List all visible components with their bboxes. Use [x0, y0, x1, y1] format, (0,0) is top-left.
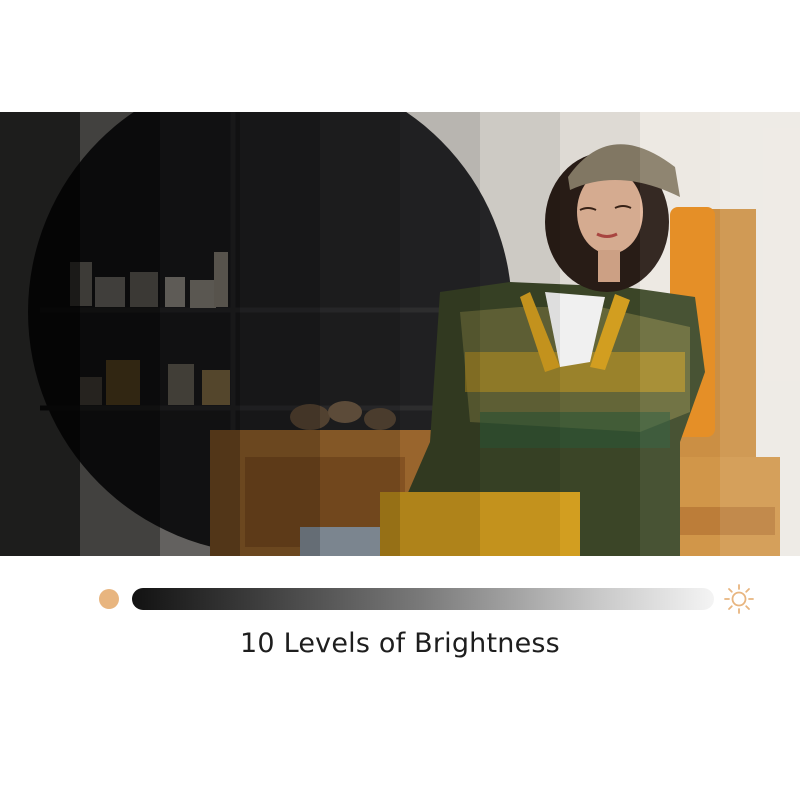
brightness-level-strip [560, 112, 640, 556]
brightness-level-strip [160, 112, 240, 556]
dim-dot-icon [99, 589, 119, 609]
brightness-level-strip [640, 112, 720, 556]
brightness-level-strip [80, 112, 160, 556]
caption-title: 10 Levels of Brightness [240, 628, 560, 659]
brightness-level-strip [400, 112, 480, 556]
sun-icon [724, 584, 754, 614]
brightness-level-strip [480, 112, 560, 556]
brightness-gradient-track[interactable] [132, 588, 714, 610]
brightness-level-strip [720, 112, 800, 556]
brightness-slider[interactable] [0, 582, 800, 616]
brightness-level-strip [0, 112, 80, 556]
brightness-level-strip [320, 112, 400, 556]
brightness-level-strips [0, 112, 800, 556]
brightness-level-strip [240, 112, 320, 556]
brightness-demo-photo [0, 112, 800, 556]
